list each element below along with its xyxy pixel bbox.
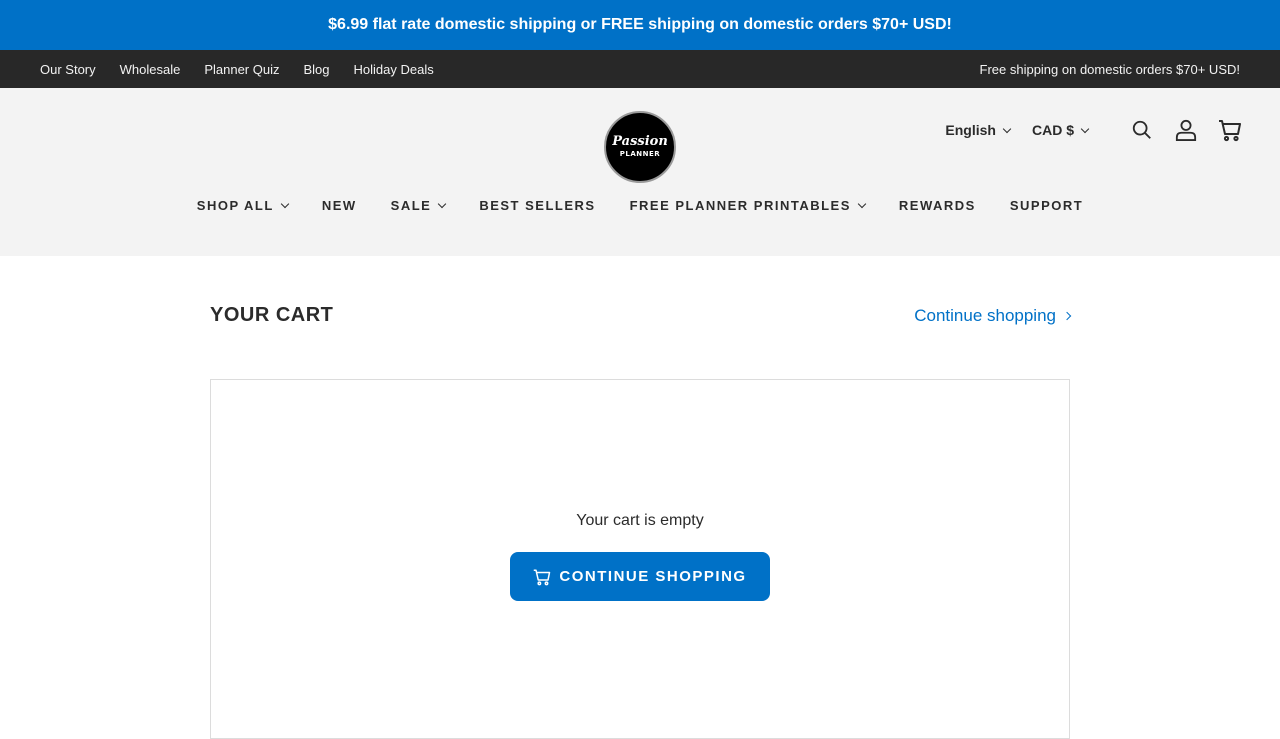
header-tools: English CAD $: [945, 116, 1242, 144]
language-value: English: [945, 122, 996, 138]
logo-line-2: PLANNER: [619, 150, 661, 158]
cart-icon: [534, 569, 551, 585]
utility-link-blog[interactable]: Blog: [303, 62, 329, 77]
nav-label: SHOP ALL: [196, 198, 274, 213]
utility-link-planner-quiz[interactable]: Planner Quiz: [204, 62, 279, 77]
page-title: YOUR CART: [210, 304, 334, 326]
logo-line-1: Passion: [612, 134, 668, 149]
announcement-text: $6.99 flat rate domestic shipping or FRE…: [328, 16, 952, 33]
utility-shipping-message: Free shipping on domestic orders $70+ US…: [979, 61, 1241, 77]
utility-link-holiday-deals[interactable]: Holiday Deals: [354, 62, 434, 77]
language-selector[interactable]: English: [945, 122, 1012, 138]
utility-bar: Our Story Wholesale Planner Quiz Blog Ho…: [0, 50, 1280, 88]
site-header: Passion PLANNER English CAD $ SHOP ALL N…: [0, 88, 1280, 256]
account-icon: [1175, 119, 1197, 141]
nav-item-free-planner-printables[interactable]: FREE PLANNER PRINTABLES: [613, 198, 882, 213]
chevron-down-icon: [857, 199, 867, 209]
cart-header: YOUR CART Continue shopping: [210, 304, 1072, 327]
continue-shopping-link[interactable]: Continue shopping: [914, 305, 1072, 326]
currency-selector[interactable]: CAD $: [1031, 122, 1090, 138]
nav-item-best-sellers[interactable]: BEST SELLERS: [462, 198, 612, 213]
utility-link-wholesale[interactable]: Wholesale: [120, 62, 181, 77]
empty-cart-message: Your cart is empty: [576, 512, 704, 529]
account-button[interactable]: [1174, 118, 1198, 142]
main-navigation: SHOP ALL NEW SALE BEST SELLERS FREE PLAN…: [0, 198, 1280, 213]
nav-item-new[interactable]: NEW: [305, 198, 374, 213]
nav-label: FREE PLANNER PRINTABLES: [629, 198, 851, 213]
utility-links: Our Story Wholesale Planner Quiz Blog Ho…: [40, 62, 434, 77]
utility-link-our-story[interactable]: Our Story: [40, 62, 96, 77]
nav-item-sale[interactable]: SALE: [374, 198, 463, 213]
nav-item-rewards[interactable]: REWARDS: [882, 198, 993, 213]
continue-shopping-button[interactable]: CONTINUE SHOPPING: [510, 552, 770, 601]
nav-item-support[interactable]: SUPPORT: [993, 198, 1100, 213]
cart-icon: [1219, 120, 1241, 142]
chevron-down-icon: [438, 199, 447, 209]
search-button[interactable]: [1130, 118, 1154, 142]
search-icon: [1132, 120, 1151, 139]
chevron-right-icon: [1062, 311, 1072, 320]
nav-label: SUPPORT: [1009, 198, 1084, 213]
nav-label: NEW: [321, 198, 357, 213]
chevron-down-icon: [1080, 124, 1090, 133]
continue-shopping-link-label: Continue shopping: [914, 305, 1056, 325]
nav-label: REWARDS: [898, 198, 976, 213]
continue-shopping-button-label: CONTINUE SHOPPING: [559, 568, 747, 585]
chevron-down-icon: [1002, 124, 1012, 133]
currency-value: CAD $: [1031, 122, 1074, 138]
nav-label: BEST SELLERS: [479, 198, 596, 213]
chevron-down-icon: [280, 199, 290, 209]
nav-label: SALE: [390, 198, 432, 213]
passion-planner-logo[interactable]: Passion PLANNER: [604, 111, 676, 183]
nav-item-shop-all[interactable]: SHOP ALL: [180, 198, 305, 213]
cart-button[interactable]: [1218, 118, 1242, 142]
announcement-bar: $6.99 flat rate domestic shipping or FRE…: [0, 0, 1280, 50]
cart-panel: Your cart is empty CONTINUE SHOPPING: [210, 379, 1070, 739]
